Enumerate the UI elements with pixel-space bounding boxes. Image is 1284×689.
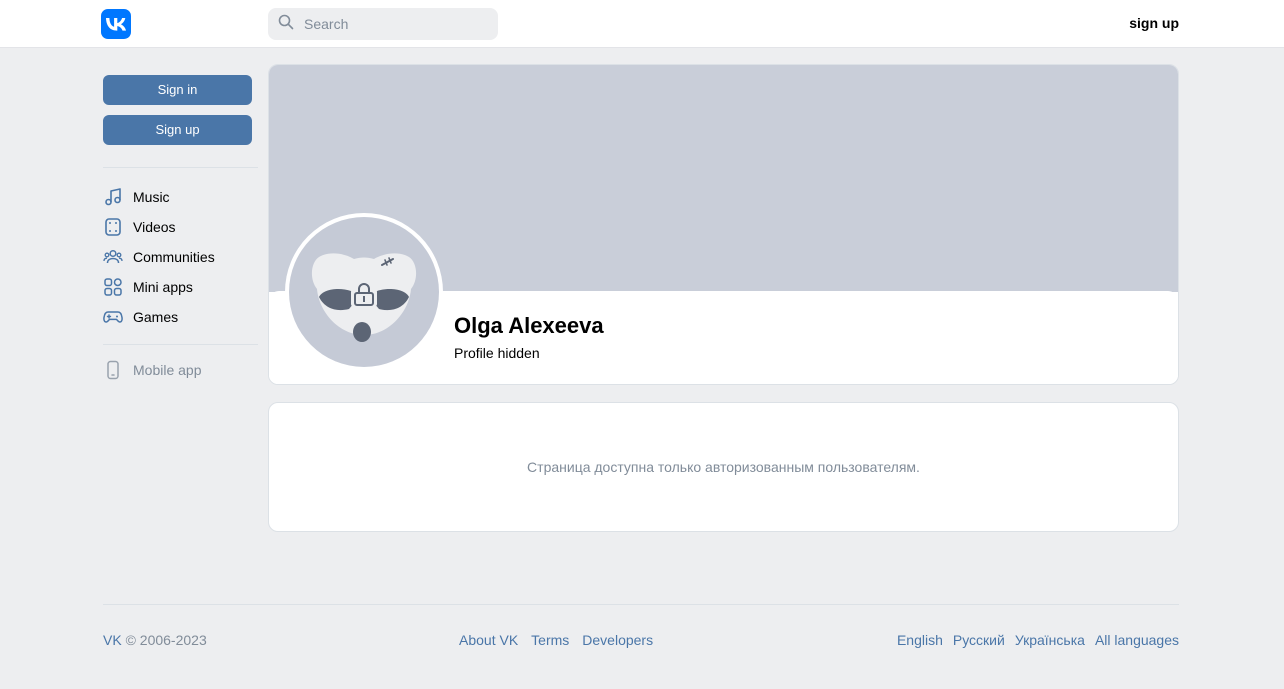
language-russian[interactable]: Русский	[953, 632, 1005, 648]
left-sidebar: Sign in Sign up Music Videos Communities	[103, 75, 258, 385]
gamepad-icon	[103, 307, 123, 327]
language-all[interactable]: All languages	[1095, 632, 1179, 648]
auth-required-notice: Страница доступна только авторизованным …	[268, 402, 1179, 532]
sidebar-divider	[103, 167, 258, 168]
video-icon	[103, 217, 123, 237]
sidebar-item-label: Music	[133, 189, 170, 205]
sidebar-item-mini-apps[interactable]: Mini apps	[103, 272, 258, 302]
sidebar-item-videos[interactable]: Videos	[103, 212, 258, 242]
sidebar-item-label: Communities	[133, 249, 215, 265]
sidebar-item-label: Videos	[133, 219, 176, 235]
sidebar-nav: Music Videos Communities Mini apps Games	[103, 182, 258, 332]
sidebar-item-music[interactable]: Music	[103, 182, 258, 212]
footer-divider	[103, 604, 1179, 605]
language-switcher: English Русский Українська All languages	[897, 632, 1179, 648]
profile-name: Olga Alexeeva	[454, 313, 604, 338]
sign-up-button[interactable]: Sign up	[103, 115, 252, 145]
search-input[interactable]	[304, 16, 484, 32]
sidebar-item-label: Mini apps	[133, 279, 193, 295]
avatar[interactable]	[285, 213, 443, 371]
hidden-profile-avatar-icon	[289, 217, 439, 367]
copyright: VK © 2006-2023	[103, 632, 207, 648]
top-navbar: sign up	[0, 0, 1284, 48]
footer-link-terms[interactable]: Terms	[531, 632, 569, 648]
profile-header-card: Olga Alexeeva Profile hidden	[268, 64, 1179, 385]
sidebar-item-label: Mobile app	[133, 362, 202, 378]
footer-links: About VK Terms Developers	[459, 632, 653, 648]
communities-icon	[103, 247, 123, 267]
sidebar-item-mobile-app[interactable]: Mobile app	[103, 355, 258, 385]
language-ukrainian[interactable]: Українська	[1015, 632, 1085, 648]
phone-icon	[103, 360, 123, 380]
profile-status: Profile hidden	[454, 345, 540, 361]
footer-brand: VK	[103, 632, 122, 648]
sidebar-item-communities[interactable]: Communities	[103, 242, 258, 272]
search-box[interactable]	[268, 8, 498, 40]
language-english[interactable]: English	[897, 632, 943, 648]
vk-logo-icon[interactable]	[101, 9, 131, 39]
footer: VK © 2006-2023 About VK Terms Developers…	[103, 632, 1179, 650]
sign-in-button[interactable]: Sign in	[103, 75, 252, 105]
footer-link-developers[interactable]: Developers	[582, 632, 653, 648]
footer-link-about[interactable]: About VK	[459, 632, 518, 648]
sidebar-item-games[interactable]: Games	[103, 302, 258, 332]
notice-text: Страница доступна только авторизованным …	[527, 459, 920, 475]
header-signup-link[interactable]: sign up	[1129, 15, 1179, 31]
search-icon	[278, 14, 294, 35]
copyright-text: © 2006-2023	[125, 632, 207, 648]
music-icon	[103, 187, 123, 207]
sidebar-divider	[103, 344, 258, 345]
sidebar-item-label: Games	[133, 309, 179, 325]
mini-apps-icon	[103, 277, 123, 297]
